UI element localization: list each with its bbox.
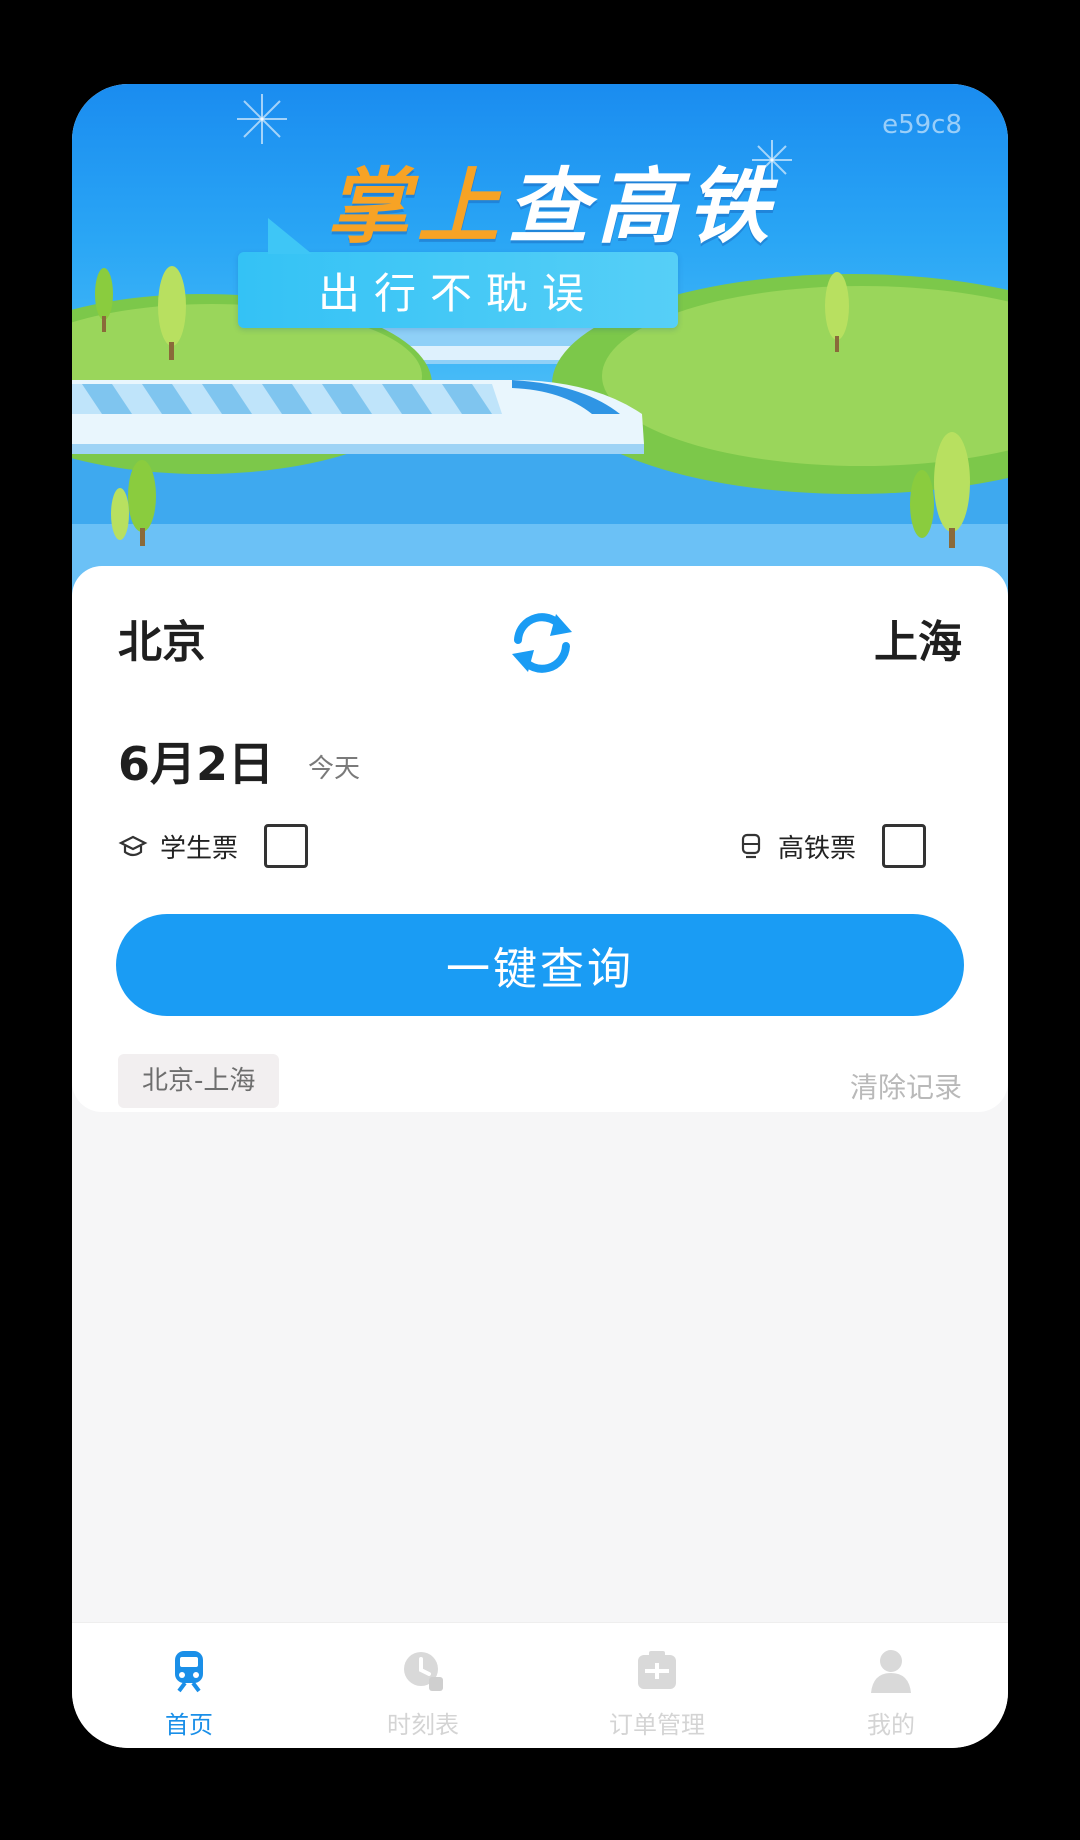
bottom-tab-bar: 首页 时刻表 订单管理 我的 [72, 1622, 1008, 1748]
tab-home-label: 首页 [165, 1711, 213, 1739]
to-city[interactable]: 上海 [874, 606, 962, 670]
promo-banner[interactable]: 掌上查高铁 出行不耽误 e59c8 [72, 84, 1008, 604]
banner-title-highlight: 掌上 [327, 160, 507, 255]
phone-screen: 掌上查高铁 出行不耽误 e59c8 北京 上海 6月2日 今天 学生票 高铁票 … [72, 84, 1008, 1748]
banner-watermark: e59c8 [882, 110, 962, 140]
departure-date[interactable]: 6月2日 [118, 728, 274, 794]
student-ticket-option[interactable]: 学生票 [118, 824, 309, 868]
hsr-ticket-label: 高铁票 [778, 833, 857, 864]
train-small-icon [741, 833, 761, 859]
swap-cities-icon[interactable] [504, 606, 580, 678]
clock-icon [404, 1652, 443, 1691]
search-card: 北京 上海 6月2日 今天 学生票 高铁票 一键查询 北京-上海 清除记录 [72, 566, 1008, 1112]
clear-history-button[interactable]: 清除记录 [850, 1066, 962, 1106]
tab-profile[interactable]: 我的 [774, 1623, 1008, 1748]
train-icon [175, 1651, 203, 1693]
profile-icon [871, 1650, 911, 1693]
tab-orders[interactable]: 订单管理 [540, 1623, 774, 1748]
banner-speech-bubble: 出行不耽误 [238, 218, 678, 328]
tab-timetable-label: 时刻表 [387, 1711, 459, 1739]
student-ticket-checkbox[interactable] [264, 824, 309, 868]
order-icon [638, 1651, 676, 1689]
graduation-cap-icon [118, 835, 148, 857]
date-hint: 今天 [308, 754, 361, 784]
tab-orders-label: 订单管理 [609, 1711, 705, 1739]
banner-title-main: 查高铁 [507, 160, 777, 255]
tab-profile-label: 我的 [867, 1711, 915, 1739]
tab-home[interactable]: 首页 [72, 1623, 306, 1748]
hsr-ticket-option[interactable]: 高铁票 [736, 824, 927, 868]
banner-title: 掌上查高铁 [327, 140, 777, 259]
student-ticket-label: 学生票 [160, 833, 239, 864]
from-city[interactable]: 北京 [118, 606, 206, 670]
search-button[interactable]: 一键查询 [116, 914, 964, 1016]
hsr-ticket-checkbox[interactable] [882, 824, 927, 868]
banner-subtitle: 出行不耽误 [317, 268, 598, 318]
history-chip[interactable]: 北京-上海 [118, 1054, 280, 1108]
tab-timetable[interactable]: 时刻表 [306, 1623, 540, 1748]
